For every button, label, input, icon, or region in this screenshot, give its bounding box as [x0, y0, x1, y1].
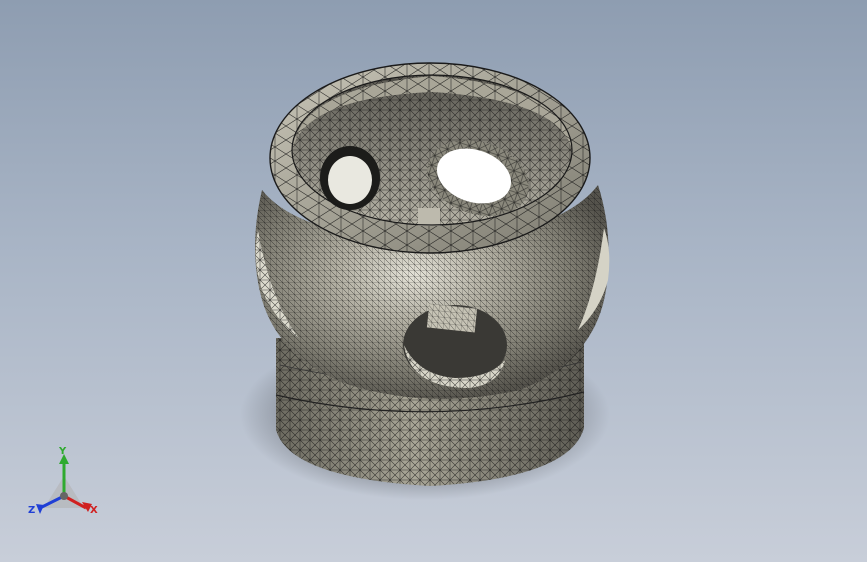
coordinate-triad[interactable]: Y X Z — [26, 446, 106, 528]
z-axis-label: Z — [28, 505, 36, 516]
graphics-viewport[interactable]: Y X Z — [0, 0, 867, 562]
coordinate-triad-icon — [36, 454, 92, 514]
piston-crown — [269, 62, 591, 254]
y-axis-label: Y — [59, 446, 67, 457]
x-axis-label: X — [90, 505, 98, 516]
piston-mesh-model[interactable] — [0, 0, 867, 562]
